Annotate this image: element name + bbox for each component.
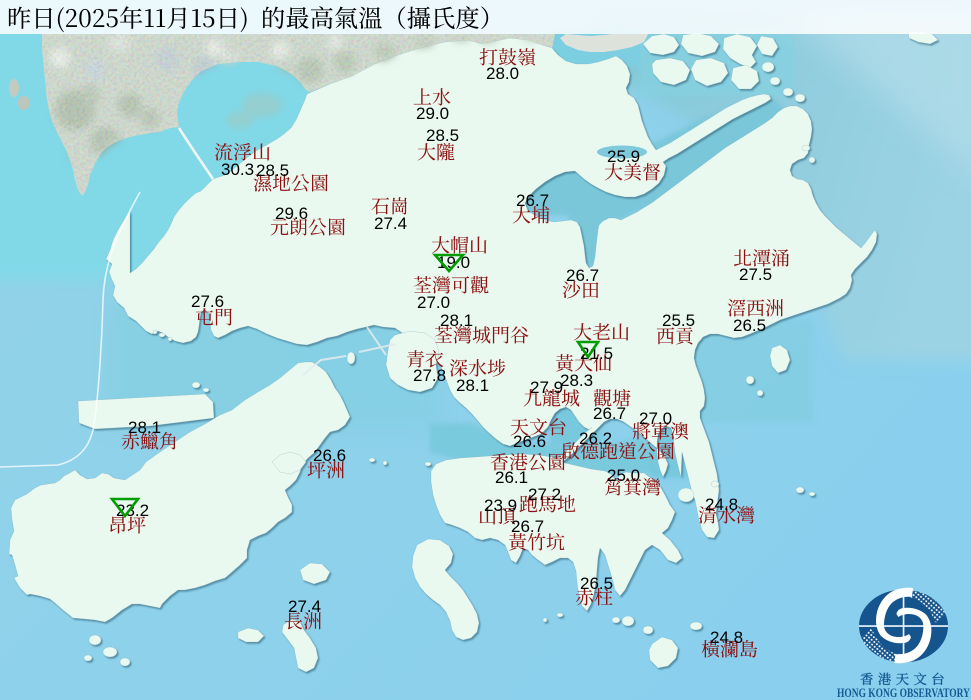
svg-text:27.6: 27.6: [191, 292, 224, 311]
svg-text:27.9: 27.9: [530, 378, 563, 397]
svg-text:25.0: 25.0: [607, 466, 640, 485]
svg-text:25.5: 25.5: [662, 311, 695, 330]
svg-text:28.5: 28.5: [256, 161, 289, 180]
svg-text:26.7: 26.7: [593, 404, 626, 423]
svg-text:28.3: 28.3: [560, 371, 593, 390]
svg-text:25.9: 25.9: [607, 147, 640, 166]
svg-text:29.0: 29.0: [416, 104, 449, 123]
svg-text:29.6: 29.6: [275, 204, 308, 223]
svg-text:27.0: 27.0: [639, 409, 672, 428]
svg-text:28.1: 28.1: [456, 376, 489, 395]
svg-text:27.8: 27.8: [413, 366, 446, 385]
svg-text:28.1: 28.1: [440, 311, 473, 330]
svg-text:27.0: 27.0: [417, 293, 450, 312]
svg-text:27.2: 27.2: [528, 485, 561, 504]
svg-text:23.9: 23.9: [484, 496, 517, 515]
svg-text:27.4: 27.4: [374, 214, 407, 233]
svg-text:28.5: 28.5: [426, 126, 459, 145]
svg-text:26.6: 26.6: [513, 432, 546, 451]
svg-text:26.2: 26.2: [579, 429, 612, 448]
svg-text:26.5: 26.5: [580, 574, 613, 593]
svg-text:30.3: 30.3: [221, 160, 254, 179]
svg-text:26.7: 26.7: [566, 266, 599, 285]
svg-text:26.7: 26.7: [511, 517, 544, 536]
svg-text:24.8: 24.8: [710, 628, 743, 647]
svg-text:27.4: 27.4: [288, 597, 321, 616]
svg-text:26.6: 26.6: [313, 446, 346, 465]
svg-text:HONG KONG OBSERVATORY: HONG KONG OBSERVATORY: [837, 686, 970, 700]
svg-text:26.1: 26.1: [495, 468, 528, 487]
svg-text:28.0: 28.0: [486, 64, 519, 83]
svg-text:24.8: 24.8: [705, 495, 738, 514]
svg-text:26.7: 26.7: [516, 191, 549, 210]
svg-text:27.5: 27.5: [739, 265, 772, 284]
svg-text:26.5: 26.5: [733, 316, 766, 335]
svg-text:28.1: 28.1: [128, 418, 161, 437]
